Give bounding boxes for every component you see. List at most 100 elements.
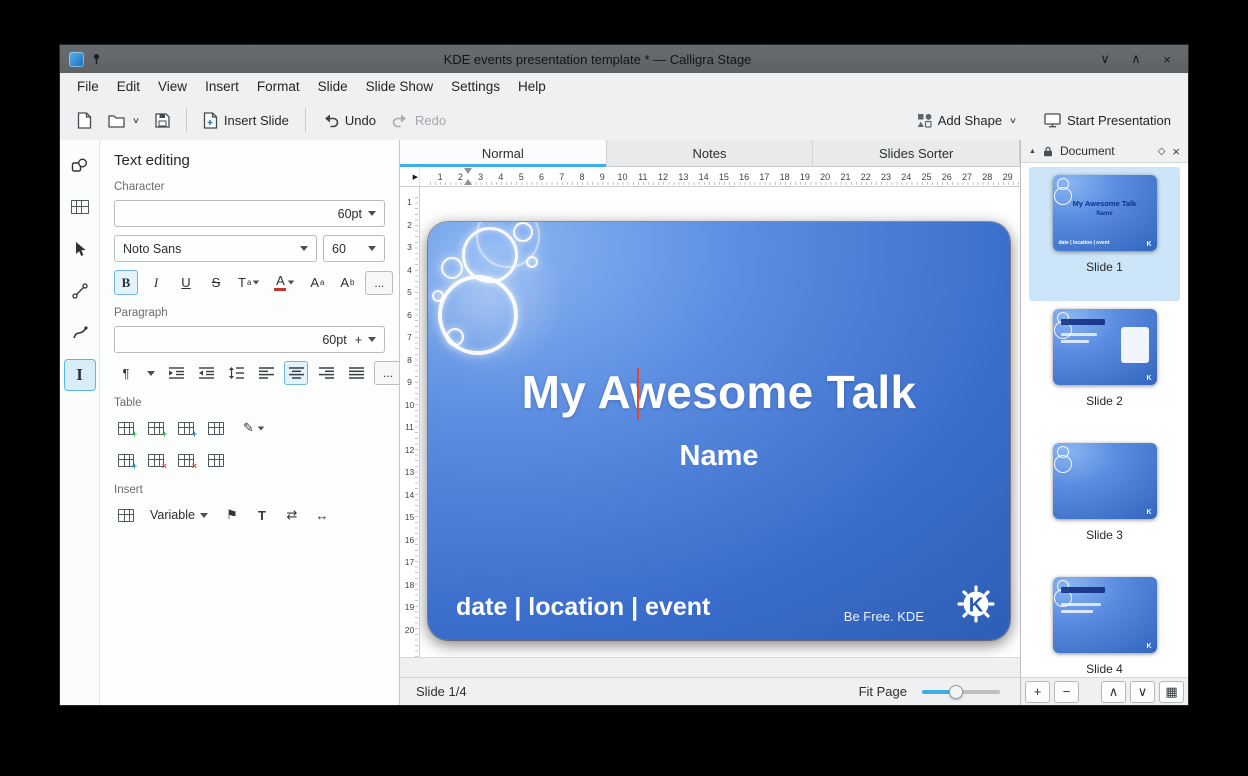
text-color-button[interactable]: A (270, 270, 299, 295)
bold-button[interactable]: B (114, 270, 138, 295)
slide-footer-textbox[interactable]: date | location | event (456, 593, 710, 622)
align-center-button[interactable] (284, 361, 308, 385)
font-family-combobox[interactable]: Noto Sans (114, 235, 317, 262)
menu-item[interactable]: Help (509, 75, 555, 98)
insert-row-below-button[interactable]: + (174, 416, 198, 440)
split-cells-button[interactable]: + (114, 448, 138, 472)
add-shape-button[interactable]: Add Shape ∨ (910, 107, 1023, 134)
slide-thumbnail-item[interactable]: My Awesome Talk Name date | location | e… (1029, 167, 1180, 301)
change-case-button[interactable]: Ta (234, 270, 264, 295)
freehand-path-tool-button[interactable] (65, 318, 95, 348)
line-spacing-button[interactable] (224, 361, 248, 385)
insert-column-button[interactable] (204, 416, 228, 440)
superscript-button[interactable]: Aa (305, 270, 329, 295)
character-more-button[interactable]: ... (365, 271, 393, 295)
text-direction-button[interactable]: ¶ (114, 361, 138, 385)
underline-button[interactable]: U (174, 270, 198, 295)
dock-float-icon[interactable]: ▲ (1029, 148, 1036, 155)
increase-indent-button[interactable] (164, 361, 188, 385)
redo-button[interactable]: Redo (385, 107, 453, 134)
slide-4-thumbnail[interactable]: K (1053, 577, 1157, 653)
frame-tool-button[interactable] (65, 192, 95, 222)
undo-button[interactable]: Undo (315, 107, 383, 134)
vertical-ruler[interactable]: 1234567891011121314151617181920 (400, 187, 420, 657)
align-justify-button[interactable] (344, 361, 368, 385)
move-slide-up-button[interactable]: ∧ (1101, 681, 1126, 703)
delete-slide-button[interactable]: − (1054, 681, 1079, 703)
tab-normal[interactable]: Normal (400, 140, 607, 167)
titlebar[interactable]: KDE events presentation template * — Cal… (60, 45, 1188, 73)
menu-item[interactable]: Edit (108, 75, 149, 98)
paragraph-spacing-combobox[interactable]: 60pt + (114, 326, 385, 353)
shape-handling-tool-button[interactable] (65, 150, 95, 180)
slide-editor[interactable]: My Awesome Talk Name date | location | e… (428, 222, 1010, 640)
slide-2-thumbnail[interactable]: K (1053, 309, 1157, 385)
indent-marker-top[interactable] (464, 168, 472, 174)
slide-3-thumbnail[interactable]: K (1053, 443, 1157, 519)
table-border-pen-button[interactable]: ✎ (242, 416, 266, 440)
character-style-combobox[interactable]: 60pt (114, 200, 385, 227)
menu-item[interactable]: Insert (196, 75, 248, 98)
direction-dropdown-button[interactable] (144, 361, 158, 385)
insert-table-button[interactable]: + (114, 416, 138, 440)
indent-marker-bottom[interactable] (464, 179, 472, 185)
add-slide-button[interactable]: + (1025, 681, 1050, 703)
save-button[interactable] (148, 107, 177, 134)
selection-tool-button[interactable] (65, 234, 95, 264)
subscript-button[interactable]: Ab (335, 270, 359, 295)
new-document-button[interactable] (70, 106, 99, 135)
insert-bookmark-button[interactable]: ⚑ (220, 503, 244, 527)
tab-slides-sorter[interactable]: Slides Sorter (813, 140, 1020, 167)
open-dropdown-icon[interactable]: ∨ (132, 116, 140, 125)
slide-thumbnail-item[interactable]: K Slide 3 (1029, 435, 1180, 569)
zoom-mode-label[interactable]: Fit Page (859, 684, 907, 699)
connector-tool-button[interactable] (65, 276, 95, 306)
horizontal-ruler[interactable]: 1234567891011121314151617181920212223242… (420, 167, 1020, 186)
auto-resize-button[interactable]: ↔ (310, 503, 334, 527)
slide-thumbnail-item[interactable]: K Slide 4 (1029, 569, 1180, 677)
move-slide-down-button[interactable]: ∨ (1130, 681, 1155, 703)
menu-item[interactable]: Slide (309, 75, 357, 98)
zoom-slider-handle[interactable] (949, 685, 963, 699)
dock-close-icon[interactable]: × (1172, 144, 1180, 159)
menu-item[interactable]: Format (248, 75, 309, 98)
dock-lock-icon[interactable] (1043, 146, 1053, 157)
tab-notes[interactable]: Notes (607, 140, 814, 167)
start-presentation-button[interactable]: Start Presentation (1037, 107, 1178, 134)
pin-icon[interactable] (91, 53, 102, 65)
menu-item[interactable]: Settings (442, 75, 509, 98)
slide-1-thumbnail[interactable]: My Awesome Talk Name date | location | e… (1053, 175, 1157, 251)
menu-item[interactable]: File (68, 75, 108, 98)
decrease-indent-button[interactable] (194, 361, 218, 385)
text-tool-button[interactable]: I (65, 360, 95, 390)
minimize-button[interactable]: ∨ (1093, 51, 1117, 67)
font-size-spinbox[interactable]: 60 (323, 235, 385, 262)
swap-direction-button[interactable]: ⇄ (280, 503, 304, 527)
slide-thumbnail-item[interactable]: K Slide 2 (1029, 301, 1180, 435)
zoom-slider[interactable] (922, 690, 1000, 694)
open-document-button[interactable]: ∨ (101, 107, 146, 134)
menu-item[interactable]: View (149, 75, 196, 98)
paragraph-more-button[interactable]: ... (374, 361, 400, 385)
view-mode-button[interactable]: ▦ (1159, 681, 1184, 703)
insert-row-above-button[interactable]: + (144, 416, 168, 440)
dock-detach-icon[interactable]: ◇ (1158, 146, 1166, 157)
menu-item[interactable]: Slide Show (357, 75, 443, 98)
slide-subtitle-textbox[interactable]: Name (428, 440, 1010, 473)
close-button[interactable]: × (1155, 52, 1179, 67)
delete-row-button[interactable]: × (144, 448, 168, 472)
delete-column-button[interactable]: × (174, 448, 198, 472)
insert-text-button[interactable]: T (250, 503, 274, 527)
insert-slide-button[interactable]: Insert Slide (196, 106, 296, 135)
maximize-button[interactable]: ∧ (1124, 51, 1148, 67)
paragraph-plus-button[interactable]: + (355, 333, 368, 347)
align-right-button[interactable] (314, 361, 338, 385)
italic-button[interactable]: I (144, 270, 168, 295)
strikethrough-button[interactable]: S (204, 270, 228, 295)
insert-text-frame-button[interactable] (114, 503, 138, 527)
merge-cells-button[interactable] (204, 448, 228, 472)
insert-variable-dropdown[interactable]: Variable (144, 505, 214, 525)
slide-canvas[interactable]: My Awesome Talk Name date | location | e… (420, 187, 1020, 657)
align-left-button[interactable] (254, 361, 278, 385)
slide-title-textbox[interactable]: My Awesome Talk (428, 365, 1010, 419)
